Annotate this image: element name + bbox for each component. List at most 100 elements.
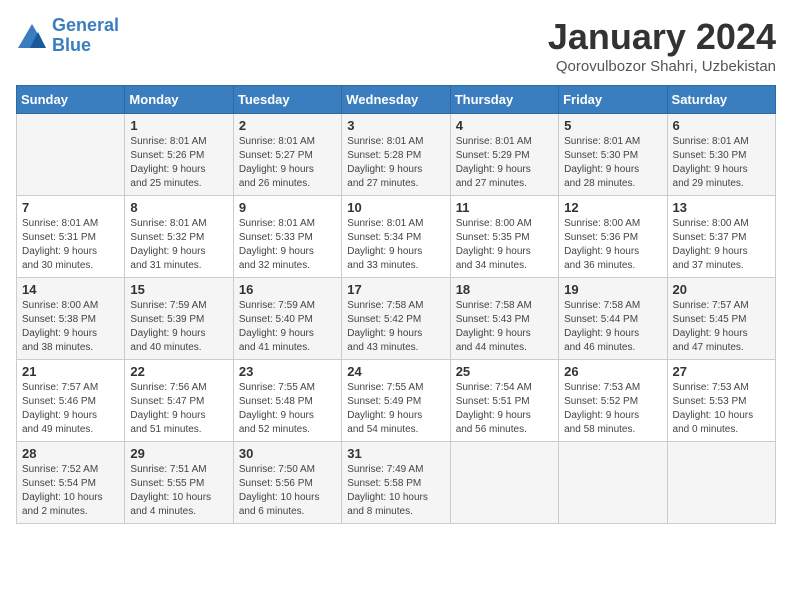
cell-info: Sunrise: 8:00 AM Sunset: 5:38 PM Dayligh… (22, 299, 119, 355)
cell-info: Sunrise: 7:49 AM Sunset: 5:58 PM Dayligh… (347, 463, 444, 519)
cell-info: Sunrise: 7:55 AM Sunset: 5:48 PM Dayligh… (239, 381, 336, 437)
cell-info: Sunrise: 7:58 AM Sunset: 5:42 PM Dayligh… (347, 299, 444, 355)
calendar-cell: 30Sunrise: 7:50 AM Sunset: 5:56 PM Dayli… (233, 442, 341, 524)
day-number: 25 (456, 364, 553, 379)
cell-info: Sunrise: 7:57 AM Sunset: 5:46 PM Dayligh… (22, 381, 119, 437)
calendar-cell: 20Sunrise: 7:57 AM Sunset: 5:45 PM Dayli… (667, 278, 775, 360)
weekday-header-tuesday: Tuesday (233, 86, 341, 114)
week-row-5: 28 Sunrise: 7:52 AM Sunset: 5:54 PM Dayli… (17, 442, 776, 524)
cell-info: Sunrise: 7:55 AM Sunset: 5:49 PM Dayligh… (347, 381, 444, 437)
day-number: 29 (130, 446, 227, 461)
calendar-cell: 27 Sunrise: 7:53 AM Sunset: 5:53 PM Dayli… (667, 360, 775, 442)
weekday-header-friday: Friday (559, 86, 667, 114)
calendar-cell: 11Sunrise: 8:00 AM Sunset: 5:35 PM Dayli… (450, 196, 558, 278)
cell-info: Sunrise: 8:01 AM Sunset: 5:34 PM Dayligh… (347, 217, 444, 273)
cell-info: Sunrise: 8:01 AM Sunset: 5:27 PM Dayligh… (239, 135, 336, 191)
day-number: 23 (239, 364, 336, 379)
cell-info: Sunrise: 7:54 AM Sunset: 5:51 PM Dayligh… (456, 381, 553, 437)
calendar-table: SundayMondayTuesdayWednesdayThursdayFrid… (16, 85, 776, 524)
day-number: 24 (347, 364, 444, 379)
cell-info: Sunrise: 7:58 AM Sunset: 5:44 PM Dayligh… (564, 299, 661, 355)
calendar-cell: 17Sunrise: 7:58 AM Sunset: 5:42 PM Dayli… (342, 278, 450, 360)
day-number: 21 (22, 364, 119, 379)
cell-info: Sunrise: 8:01 AM Sunset: 5:33 PM Dayligh… (239, 217, 336, 273)
cell-info: Sunrise: 7:53 AM Sunset: 5:53 PM Dayligh… (673, 381, 770, 437)
cell-info: Sunrise: 7:56 AM Sunset: 5:47 PM Dayligh… (130, 381, 227, 437)
calendar-cell: 2 Sunrise: 8:01 AM Sunset: 5:27 PM Daylig… (233, 114, 341, 196)
calendar-cell: 24 Sunrise: 7:55 AM Sunset: 5:49 PM Dayli… (342, 360, 450, 442)
cell-info: Sunrise: 8:01 AM Sunset: 5:29 PM Dayligh… (456, 135, 553, 191)
day-number: 6 (673, 118, 770, 133)
calendar-cell: 6 Sunrise: 8:01 AM Sunset: 5:30 PM Daylig… (667, 114, 775, 196)
week-row-1: 1Sunrise: 8:01 AM Sunset: 5:26 PM Daylig… (17, 114, 776, 196)
calendar-cell: 8Sunrise: 8:01 AM Sunset: 5:32 PM Daylig… (125, 196, 233, 278)
logo-icon (16, 22, 48, 50)
calendar-cell: 25 Sunrise: 7:54 AM Sunset: 5:51 PM Dayli… (450, 360, 558, 442)
weekday-header-row: SundayMondayTuesdayWednesdayThursdayFrid… (17, 86, 776, 114)
cell-info: Sunrise: 7:50 AM Sunset: 5:56 PM Dayligh… (239, 463, 336, 519)
cell-info: Sunrise: 8:01 AM Sunset: 5:30 PM Dayligh… (564, 135, 661, 191)
location-title: Qorovulbozor Shahri, Uzbekistan (548, 58, 776, 75)
week-row-4: 21 Sunrise: 7:57 AM Sunset: 5:46 PM Dayli… (17, 360, 776, 442)
calendar-cell: 3 Sunrise: 8:01 AM Sunset: 5:28 PM Daylig… (342, 114, 450, 196)
day-number: 14 (22, 282, 119, 297)
day-number: 22 (130, 364, 227, 379)
month-title: January 2024 (548, 16, 776, 58)
calendar-cell: 4Sunrise: 8:01 AM Sunset: 5:29 PM Daylig… (450, 114, 558, 196)
day-number: 16 (239, 282, 336, 297)
day-number: 28 (22, 446, 119, 461)
title-block: January 2024 Qorovulbozor Shahri, Uzbeki… (548, 16, 776, 75)
day-number: 19 (564, 282, 661, 297)
cell-info: Sunrise: 8:01 AM Sunset: 5:28 PM Dayligh… (347, 135, 444, 191)
calendar-cell: 9Sunrise: 8:01 AM Sunset: 5:33 PM Daylig… (233, 196, 341, 278)
cell-info: Sunrise: 8:00 AM Sunset: 5:35 PM Dayligh… (456, 217, 553, 273)
day-number: 13 (673, 200, 770, 215)
cell-info: Sunrise: 7:59 AM Sunset: 5:39 PM Dayligh… (130, 299, 227, 355)
day-number: 15 (130, 282, 227, 297)
cell-info: Sunrise: 8:01 AM Sunset: 5:31 PM Dayligh… (22, 217, 119, 273)
weekday-header-saturday: Saturday (667, 86, 775, 114)
calendar-cell: 23 Sunrise: 7:55 AM Sunset: 5:48 PM Dayli… (233, 360, 341, 442)
weekday-header-sunday: Sunday (17, 86, 125, 114)
calendar-cell: 10 Sunrise: 8:01 AM Sunset: 5:34 PM Dayli… (342, 196, 450, 278)
cell-info: Sunrise: 7:57 AM Sunset: 5:45 PM Dayligh… (673, 299, 770, 355)
day-number: 3 (347, 118, 444, 133)
calendar-cell: 18Sunrise: 7:58 AM Sunset: 5:43 PM Dayli… (450, 278, 558, 360)
day-number: 27 (673, 364, 770, 379)
weekday-header-wednesday: Wednesday (342, 86, 450, 114)
cell-info: Sunrise: 8:00 AM Sunset: 5:37 PM Dayligh… (673, 217, 770, 273)
cell-info: Sunrise: 8:00 AM Sunset: 5:36 PM Dayligh… (564, 217, 661, 273)
calendar-cell: 28 Sunrise: 7:52 AM Sunset: 5:54 PM Dayli… (17, 442, 125, 524)
cell-info: Sunrise: 7:51 AM Sunset: 5:55 PM Dayligh… (130, 463, 227, 519)
day-number: 31 (347, 446, 444, 461)
week-row-2: 7Sunrise: 8:01 AM Sunset: 5:31 PM Daylig… (17, 196, 776, 278)
logo-line2: Blue (52, 35, 91, 55)
week-row-3: 14 Sunrise: 8:00 AM Sunset: 5:38 PM Dayli… (17, 278, 776, 360)
cell-info: Sunrise: 8:01 AM Sunset: 5:26 PM Dayligh… (130, 135, 227, 191)
calendar-cell: 12 Sunrise: 8:00 AM Sunset: 5:36 PM Dayli… (559, 196, 667, 278)
weekday-header-thursday: Thursday (450, 86, 558, 114)
calendar-cell: 13 Sunrise: 8:00 AM Sunset: 5:37 PM Dayli… (667, 196, 775, 278)
cell-info: Sunrise: 8:01 AM Sunset: 5:30 PM Dayligh… (673, 135, 770, 191)
day-number: 8 (130, 200, 227, 215)
cell-info: Sunrise: 7:59 AM Sunset: 5:40 PM Dayligh… (239, 299, 336, 355)
cell-info: Sunrise: 7:53 AM Sunset: 5:52 PM Dayligh… (564, 381, 661, 437)
calendar-cell (667, 442, 775, 524)
calendar-cell: 7Sunrise: 8:01 AM Sunset: 5:31 PM Daylig… (17, 196, 125, 278)
day-number: 18 (456, 282, 553, 297)
logo-text: General Blue (52, 16, 119, 56)
page-header: General Blue January 2024 Qorovulbozor S… (16, 16, 776, 75)
day-number: 10 (347, 200, 444, 215)
day-number: 2 (239, 118, 336, 133)
day-number: 5 (564, 118, 661, 133)
calendar-cell: 15 Sunrise: 7:59 AM Sunset: 5:39 PM Dayli… (125, 278, 233, 360)
calendar-cell (17, 114, 125, 196)
day-number: 26 (564, 364, 661, 379)
calendar-cell: 22 Sunrise: 7:56 AM Sunset: 5:47 PM Dayli… (125, 360, 233, 442)
cell-info: Sunrise: 7:52 AM Sunset: 5:54 PM Dayligh… (22, 463, 119, 519)
calendar-cell: 16 Sunrise: 7:59 AM Sunset: 5:40 PM Dayli… (233, 278, 341, 360)
calendar-cell: 5 Sunrise: 8:01 AM Sunset: 5:30 PM Daylig… (559, 114, 667, 196)
calendar-cell (450, 442, 558, 524)
day-number: 12 (564, 200, 661, 215)
calendar-cell: 1Sunrise: 8:01 AM Sunset: 5:26 PM Daylig… (125, 114, 233, 196)
